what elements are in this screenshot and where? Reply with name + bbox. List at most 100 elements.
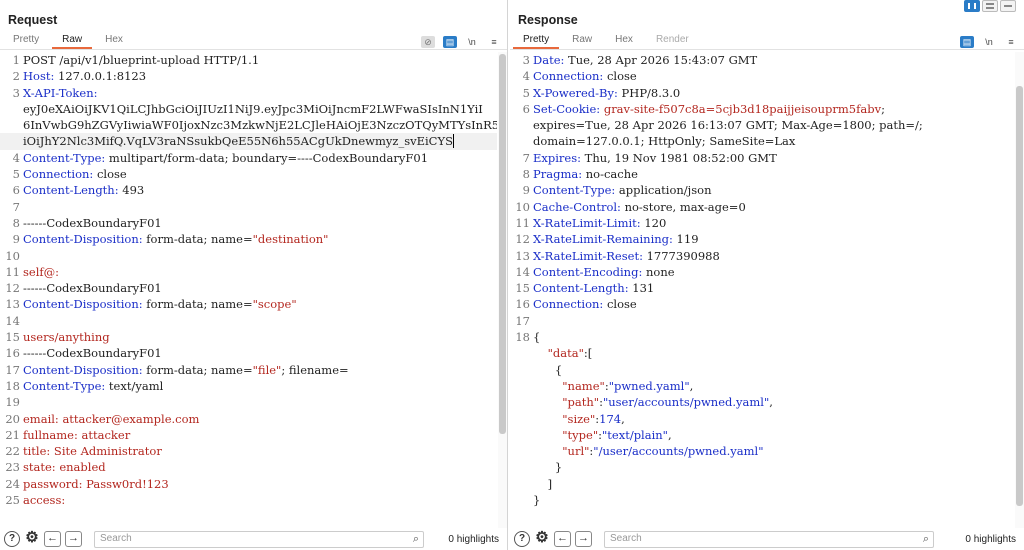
token-v: PHP/8.3.0: [617, 85, 681, 100]
token-s: "type": [562, 427, 599, 442]
code-line: "type":"text/plain",: [510, 427, 1014, 443]
inspector-icon[interactable]: ▤: [960, 35, 974, 48]
token-v: users/anything: [23, 330, 110, 345]
line-content: Content-Type: multipart/form-data; bound…: [22, 150, 497, 166]
token-v: form-data; name=: [142, 362, 253, 377]
back-icon[interactable]: ←: [554, 531, 571, 547]
tab-pretty[interactable]: Pretty: [513, 33, 560, 49]
response-editor[interactable]: 3 Date: Tue, 28 Apr 2026 15:43:07 GMT 4 Con…: [510, 52, 1014, 528]
code-line: 8 Pragma: no-cache: [510, 166, 1014, 182]
code-line: 14: [0, 313, 497, 329]
tab-hex[interactable]: Hex: [605, 33, 643, 49]
request-scroll-thumb[interactable]: [499, 54, 506, 434]
tab-raw[interactable]: Raw: [562, 33, 602, 49]
token-k2: 174: [599, 411, 622, 426]
token-s: "name": [562, 378, 605, 393]
line-content: state: enabled: [22, 459, 497, 475]
code-line: 15 Content-Length: 131: [510, 280, 1014, 296]
response-highlights-count: 0 highlights: [965, 533, 1016, 545]
token-v: ------CodexBoundaryF01: [23, 346, 162, 361]
line-number: [0, 117, 22, 133]
code-line: 4 Connection: close: [510, 68, 1014, 84]
line-content: Content-Disposition: form-data; name="fi…: [22, 362, 497, 378]
code-line: 18{: [510, 329, 1014, 345]
line-content: ]: [532, 476, 1014, 492]
token-v: domain=127.0.0.1; HttpOnly; SameSite=Lax: [533, 134, 796, 149]
line-number: 13: [5, 297, 20, 312]
line-content: Connection: close: [22, 166, 497, 182]
line-number: 7: [12, 199, 20, 214]
inspector-icon[interactable]: ▤: [443, 35, 457, 48]
code-line: 2 Host: 127.0.0.1:8123: [0, 68, 497, 84]
tab-pretty[interactable]: Pretty: [3, 33, 49, 49]
response-search-input[interactable]: Search ⌕: [604, 530, 934, 548]
token-v: ------CodexBoundaryF01: [23, 281, 162, 296]
line-number: 21: [5, 427, 20, 442]
line-number: 7: [522, 150, 530, 165]
help-icon[interactable]: ?: [4, 531, 20, 547]
line-number: [510, 411, 532, 427]
help-icon[interactable]: ?: [514, 531, 530, 547]
line-content: POST /api/v1/blueprint-upload HTTP/1.1: [22, 52, 497, 68]
request-search-input[interactable]: Search ⌕: [94, 530, 424, 548]
token-k: Content-Encoding:: [533, 264, 643, 279]
line-content: ------CodexBoundaryF01: [22, 345, 497, 361]
request-title: Request: [8, 13, 58, 27]
menu-icon[interactable]: ≡: [487, 36, 501, 48]
line-number: [510, 443, 532, 459]
token-v: close: [603, 297, 637, 312]
code-line: 6InVwbG9hZGVyIiwiaWF0IjoxNzc3MzkwNjE2LCJ…: [0, 117, 497, 133]
newline-toggle-icon[interactable]: \n: [465, 36, 479, 48]
code-line: domain=127.0.0.1; HttpOnly; SameSite=Lax: [510, 133, 1014, 149]
menu-icon[interactable]: ≡: [1004, 36, 1018, 48]
code-line: 11 X-RateLimit-Limit: 120: [510, 215, 1014, 231]
code-line: 1 POST /api/v1/blueprint-upload HTTP/1.1: [0, 52, 497, 68]
settings-icon[interactable]: ⚙: [24, 530, 40, 547]
line-number: 25: [5, 493, 20, 508]
forward-icon[interactable]: →: [65, 531, 82, 547]
line-content: 6InVwbG9hZGVyIiwiaWF0IjoxNzc3MzkwNjE2LCJ…: [22, 117, 497, 133]
tab-raw[interactable]: Raw: [52, 33, 93, 49]
settings-icon[interactable]: ⚙: [534, 530, 550, 547]
back-icon[interactable]: ←: [44, 531, 61, 547]
line-content: X-RateLimit-Reset: 1777390988: [532, 248, 1014, 264]
hide-icon[interactable]: ⊘: [421, 35, 435, 48]
line-content: iOiJhY2Nlc3MifQ.VqLV3raNSsukbQeE55N6h55A…: [22, 133, 497, 149]
token-v: self@:: [23, 264, 60, 279]
response-scrollbar[interactable]: [1015, 52, 1024, 528]
token-v3: ,: [689, 378, 694, 393]
token-s: "data": [547, 346, 584, 361]
request-editor[interactable]: 1 POST /api/v1/blueprint-upload HTTP/1.1 2…: [0, 52, 497, 528]
token-v: close: [93, 167, 127, 182]
token-k: Content-Disposition:: [23, 297, 143, 312]
line-content: }: [532, 492, 1014, 508]
line-number: 17: [5, 362, 20, 377]
line-content: X-API-Token:: [22, 85, 497, 101]
request-scrollbar[interactable]: [498, 52, 507, 528]
line-content: {: [532, 362, 1014, 378]
line-number: [510, 427, 532, 443]
token-k: X-RateLimit-Limit:: [533, 215, 641, 230]
line-content: [22, 248, 497, 264]
code-line: 16 ------CodexBoundaryF01: [0, 345, 497, 361]
line-content: "type":"text/plain",: [532, 427, 1014, 443]
search-icon: ⌕: [922, 532, 929, 545]
token-k: X-RateLimit-Remaining:: [533, 232, 673, 247]
forward-icon[interactable]: →: [575, 531, 592, 547]
response-scroll-thumb[interactable]: [1016, 86, 1023, 506]
search-placeholder: Search: [610, 532, 642, 544]
line-number: [510, 394, 532, 410]
line-content: [22, 199, 497, 215]
newline-toggle-icon[interactable]: \n: [982, 36, 996, 48]
code-line: 11 self@:: [0, 264, 497, 280]
token-v: [533, 428, 562, 442]
token-v: POST /api/v1/blueprint-upload HTTP/1.1: [23, 53, 260, 67]
line-content: Cache-Control: no-store, max-age=0: [532, 199, 1014, 215]
line-content: expires=Tue, 28 Apr 2026 16:13:07 GMT; M…: [532, 117, 1014, 133]
token-s: grav-site-f507c8a=5cjb3d18paijjeisouprm5…: [603, 101, 882, 116]
token-v: none: [642, 264, 675, 279]
line-content: eyJ0eXAiOiJKV1QiLCJhbGciOiJIUzI1NiJ9.eyJ…: [22, 101, 497, 117]
tab-hex[interactable]: Hex: [95, 33, 133, 49]
tab-render[interactable]: Render: [646, 33, 699, 49]
line-content: X-RateLimit-Remaining: 119: [532, 231, 1014, 247]
